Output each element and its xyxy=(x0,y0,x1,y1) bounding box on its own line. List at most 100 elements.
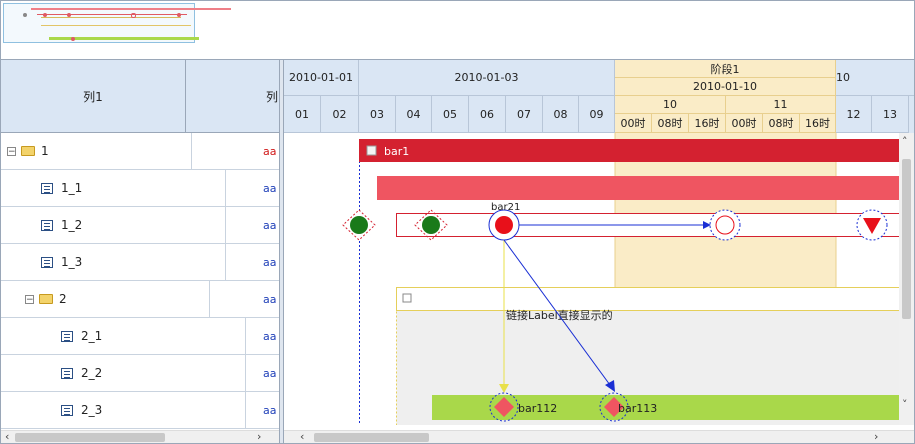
date-cell: 10 xyxy=(836,60,914,96)
milestone-green-icon[interactable] xyxy=(422,216,440,234)
tree-grid-header: 列1 列 xyxy=(1,60,279,133)
task-icon xyxy=(41,256,53,268)
overview-bar xyxy=(37,14,187,15)
row-value: aa xyxy=(263,255,277,269)
gantt-chart-area[interactable]: bar1 bar21 链接Label直接显示 xyxy=(284,133,899,425)
row-label: 2_1 xyxy=(81,329,103,343)
milestone-hollow-icon[interactable] xyxy=(715,215,735,235)
milestone-red-icon[interactable] xyxy=(495,216,513,234)
row-label: 1 xyxy=(41,144,49,158)
day-cell: 09 xyxy=(579,96,615,133)
overview-bar xyxy=(41,25,191,26)
date-cell: 2010-01-03 xyxy=(359,60,615,96)
task-icon xyxy=(41,219,53,231)
row-value: aa xyxy=(263,181,277,195)
left-horizontal-scrollbar[interactable]: ‹ › xyxy=(1,430,279,443)
row-value: aa xyxy=(263,218,277,232)
overview-panel[interactable] xyxy=(1,1,914,60)
row-value: aa xyxy=(263,403,277,417)
folder-icon xyxy=(39,294,53,304)
day-cell: 03 xyxy=(359,96,396,133)
scroll-thumb[interactable] xyxy=(15,433,165,442)
folder-icon xyxy=(21,146,35,156)
date-cell: 2010-01-01 xyxy=(284,60,359,96)
row-value: aa xyxy=(263,329,277,343)
tree-row[interactable]: − 1 aa xyxy=(1,133,279,170)
timeline-header: 2010-01-01 2010-01-03 阶段1 2010-01-10 10 … xyxy=(284,60,914,134)
row-label: 1_3 xyxy=(61,255,83,269)
bar21-label: bar21 xyxy=(491,202,520,213)
scroll-thumb[interactable] xyxy=(314,433,429,442)
collapse-icon[interactable] xyxy=(366,145,377,156)
gantt-vertical-scrollbar[interactable]: ˄ ˅ xyxy=(899,133,914,425)
day-cell: 04 xyxy=(396,96,432,133)
hour-cell: 08时 xyxy=(763,114,800,133)
bar1[interactable] xyxy=(359,139,899,162)
group-2-header[interactable] xyxy=(396,287,900,311)
tree-row[interactable]: 1_3 aa xyxy=(1,244,279,281)
tree-row[interactable]: 2_1 aa xyxy=(1,318,279,355)
tree-row[interactable]: 1_2 aa xyxy=(1,207,279,244)
row-label: 2 xyxy=(59,292,67,306)
stage-day-cell: 11 xyxy=(726,96,836,114)
scroll-right-arrow-icon[interactable]: › xyxy=(874,430,878,443)
bar112-label: bar112 xyxy=(518,402,557,415)
column-header-1[interactable]: 列1 xyxy=(1,60,186,132)
overview-marker xyxy=(43,13,47,17)
tree-grid: 列1 列 − 1 aa 1_1 aa 1_2 aa 1_3 aa − 2 aa … xyxy=(1,60,279,432)
scroll-up-arrow-icon[interactable]: ˄ xyxy=(902,135,908,148)
scroll-left-arrow-icon[interactable]: ‹ xyxy=(300,430,304,443)
day-cell: 06 xyxy=(469,96,506,133)
tree-row[interactable]: 1_1 aa xyxy=(1,170,279,207)
overview-marker xyxy=(131,13,136,18)
bar113-label: bar113 xyxy=(618,402,657,415)
row-label: 1_2 xyxy=(61,218,83,232)
task-icon xyxy=(61,330,73,342)
task-icon xyxy=(61,367,73,379)
day-cell: 12 xyxy=(836,96,872,133)
gantt-horizontal-scrollbar[interactable]: ‹ › xyxy=(284,430,914,443)
hour-cell: 00时 xyxy=(615,114,652,133)
day-cell: 02 xyxy=(321,96,359,133)
scroll-left-arrow-icon[interactable]: ‹ xyxy=(5,430,9,443)
collapse-icon[interactable]: − xyxy=(7,146,16,156)
scroll-down-arrow-icon[interactable]: ˅ xyxy=(902,398,908,411)
row-label: 1_1 xyxy=(61,181,83,195)
day-cell: 01 xyxy=(284,96,321,133)
overview-marker xyxy=(67,13,71,17)
scroll-right-arrow-icon[interactable]: › xyxy=(257,430,261,443)
row-value: aa xyxy=(263,144,277,158)
overview-bar xyxy=(41,17,181,18)
row-label: 2_2 xyxy=(81,366,103,380)
bar-1-1[interactable] xyxy=(377,176,899,200)
row-value: aa xyxy=(263,366,277,380)
day-cell: 13 xyxy=(872,96,909,133)
day-cell: 07 xyxy=(506,96,543,133)
task-icon xyxy=(61,404,73,416)
column-header-2[interactable]: 列 xyxy=(186,60,279,132)
stage-date: 2010-01-10 xyxy=(615,78,836,96)
tree-row[interactable]: 2_3 aa xyxy=(1,392,279,429)
hour-cell: 00时 xyxy=(726,114,763,133)
collapse-icon[interactable]: − xyxy=(25,294,34,304)
overview-bar xyxy=(31,8,231,10)
overview-marker xyxy=(177,13,181,17)
day-cell: 08 xyxy=(543,96,579,133)
scroll-thumb[interactable] xyxy=(902,159,911,319)
row-label: 2_3 xyxy=(81,403,103,417)
overview-marker xyxy=(71,37,75,41)
task-icon xyxy=(41,182,53,194)
day-cell: 05 xyxy=(432,96,469,133)
gantt-canvas: bar1 bar21 链接Label直接显示 xyxy=(342,133,900,425)
hour-cell: 16时 xyxy=(689,114,726,133)
gantt-window: 列1 列 − 1 aa 1_1 aa 1_2 aa 1_3 aa − 2 aa … xyxy=(0,0,915,444)
bar1-label: bar1 xyxy=(384,145,409,158)
tree-row[interactable]: 2_2 aa xyxy=(1,355,279,392)
collapse-icon[interactable] xyxy=(402,293,412,303)
tree-row[interactable]: − 2 aa xyxy=(1,281,279,318)
hour-cell: 08时 xyxy=(652,114,689,133)
hour-cell: 16时 xyxy=(800,114,836,133)
overview-marker xyxy=(23,13,27,17)
milestone-green-icon[interactable] xyxy=(350,216,368,234)
row-value: aa xyxy=(263,292,277,306)
